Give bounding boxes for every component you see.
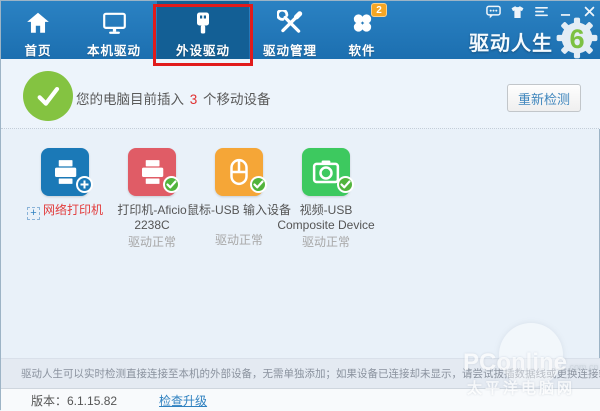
tab-label: 本机驱动 [87, 40, 141, 59]
status-suffix: 个移动设备 [203, 92, 271, 107]
tab-local-drivers[interactable]: 本机驱动 [71, 1, 157, 59]
tab-label: 首页 [24, 40, 51, 59]
version-text: 版本：6.1.15.82 [31, 392, 117, 409]
svg-text:6: 6 [569, 23, 584, 54]
theme-skin-icon[interactable] [510, 5, 525, 18]
app-logo-text: 驱动人生 [469, 27, 553, 56]
plus-icon: + [27, 207, 40, 220]
driver-ok-badge-icon [336, 175, 355, 199]
tab-label: 外设驱动 [176, 40, 230, 59]
app-logo-gear-icon: 6 [556, 17, 598, 64]
device-list: +网络打印机 打印机-Aficio2238C 驱动正常 [1, 129, 600, 358]
monitor-icon [101, 8, 128, 37]
tab-home[interactable]: 首页 [5, 1, 71, 59]
tab-label: 软件 [348, 40, 375, 59]
tip-bar: 驱动人生可以实时检测直接连接至本机的外部设备，无需单独添加；如果设备已连接却未显… [1, 358, 600, 388]
status-message: 您的电脑目前插入 3 个移动设备 [76, 88, 271, 108]
usb-icon [191, 8, 215, 37]
network-printer-icon [41, 148, 89, 196]
tab-label: 驱动管理 [263, 40, 317, 59]
device-count: 3 [188, 92, 200, 107]
tab-software[interactable]: 软件 2 [331, 1, 393, 59]
mouse-icon [215, 148, 263, 196]
title-bar: 首页 本机驱动 外设驱动 [1, 1, 600, 59]
device-card-video[interactable]: 视频-USBComposite Device 驱动正常 [264, 148, 388, 250]
check-update-link[interactable]: 检查升级 [159, 392, 207, 409]
tools-icon [277, 8, 304, 37]
home-icon [25, 8, 51, 37]
software-update-badge: 2 [371, 3, 387, 17]
tab-peripheral-drivers[interactable]: 外设驱动 [157, 1, 249, 59]
rescan-button[interactable]: 重新检测 [507, 84, 581, 112]
menu-icon[interactable] [534, 5, 549, 18]
feedback-icon[interactable] [486, 5, 501, 18]
status-section: 您的电脑目前插入 3 个移动设备 重新检测 [1, 59, 600, 129]
main-nav: 首页 本机驱动 外设驱动 [5, 1, 393, 59]
status-prefix: 您的电脑目前插入 [76, 92, 184, 107]
success-check-icon [23, 71, 73, 121]
camera-icon [302, 148, 350, 196]
tab-driver-management[interactable]: 驱动管理 [249, 1, 331, 59]
device-name: 视频-USBComposite Device [264, 203, 388, 233]
driver-status: 驱动正常 [264, 233, 388, 250]
tip-text: 驱动人生可以实时检测直接连接至本机的外部设备，无需单独添加；如果设备已连接却未显… [1, 366, 600, 381]
footer-bar: 版本：6.1.15.82 检查升级 [1, 388, 600, 411]
printer-icon [128, 148, 176, 196]
